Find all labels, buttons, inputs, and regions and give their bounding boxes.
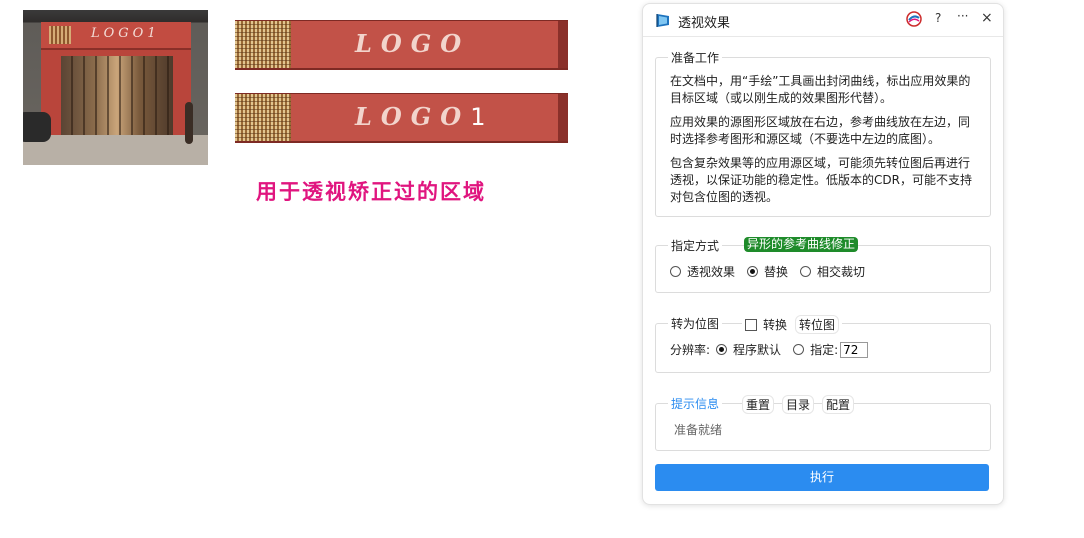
mode-badge[interactable]: 异形的参考曲线修正 — [744, 237, 859, 252]
mode-badge-wrap: 异形的参考曲线修正 — [744, 237, 859, 252]
convert-bitmap-button[interactable]: 转位图 — [795, 315, 840, 334]
storefront-person — [185, 102, 193, 144]
banner-grid — [235, 21, 291, 68]
catalog-button[interactable]: 目录 — [782, 395, 815, 414]
info-buttons: 重置 目录 配置 — [742, 395, 855, 414]
radio-specify-resolution[interactable] — [793, 344, 805, 355]
radio-default-resolution[interactable] — [716, 344, 728, 355]
config-button[interactable]: 配置 — [822, 395, 855, 414]
storefront-floor — [23, 135, 208, 165]
banner-grid — [235, 94, 291, 141]
reset-button[interactable]: 重置 — [742, 395, 775, 414]
prep-group: 准备工作 在文档中，用“手绘”工具画出封闭曲线，标出应用效果的目标区域（或以刚生… — [655, 49, 991, 217]
banner-edge — [558, 94, 568, 141]
panel-title: 透视效果 — [678, 16, 731, 31]
storefront-image: LOGO1 — [23, 10, 208, 165]
prep-paragraph-2: 应用效果的源图形区域放在右边，参考曲线放在左边，同时选择参考图形和源区域（不要选… — [670, 115, 971, 146]
panel-titlebar: 透视效果 ? ··· × — [643, 4, 1003, 37]
status-text: 准备就绪 — [674, 423, 723, 437]
banner-edge — [558, 21, 568, 68]
perspective-app-icon — [656, 14, 669, 27]
banner-logo-suffix: 1 — [470, 103, 486, 131]
canvas-caption: 用于透视矫正过的区域 — [256, 180, 486, 204]
storefront-sign: LOGO1 — [41, 22, 191, 50]
radio-default-resolution-label[interactable]: 程序默认 — [733, 341, 781, 358]
mode-group: 指定方式 异形的参考曲线修正 透视效果 替换 相交裁切 — [655, 237, 991, 293]
convert-checkbox-label[interactable]: 转换 — [763, 316, 787, 333]
prep-legend: 准备工作 — [668, 49, 723, 66]
prep-paragraph-3: 包含复杂效果等的应用源区域，可能须先转位图后再进行透视，以保证功能的稳定性。低版… — [670, 156, 972, 204]
perspective-effect-panel: 透视效果 ? ··· × 准备工作 在文档中，用“手绘”工具画出封闭曲线，标出应… — [642, 3, 1004, 505]
theme-swirl-icon[interactable] — [906, 11, 922, 27]
banner-logo-text: LOGO — [355, 29, 471, 58]
bitmap-convert-wrap: 转换 转位图 — [742, 315, 843, 334]
resolution-input[interactable] — [840, 341, 869, 358]
radio-specify-resolution-label[interactable]: 指定: — [810, 341, 838, 358]
execute-button[interactable]: 执行 — [655, 464, 989, 491]
close-button[interactable]: × — [981, 10, 993, 26]
more-options-button[interactable]: ··· — [957, 9, 968, 23]
radio-intersect-clip[interactable] — [800, 266, 812, 277]
storefront-sign-grid — [49, 26, 71, 44]
convert-checkbox[interactable] — [745, 318, 757, 331]
logo-banner-2: LOGO1 — [235, 93, 568, 143]
mode-radio-row: 透视效果 替换 相交裁切 — [670, 263, 865, 280]
logo-banner-1: LOGO — [235, 20, 568, 70]
storefront-sign-text: LOGO1 — [91, 26, 160, 41]
bitmap-legend: 转为位图 — [668, 315, 723, 332]
banner-logo-text: LOGO1 — [355, 102, 485, 131]
resolution-row: 分辨率: 程序默认 指定: — [670, 341, 869, 358]
banner-logo-word: LOGO — [355, 102, 471, 131]
radio-perspective[interactable] — [670, 266, 681, 277]
bitmap-group: 转为位图 转换 转位图 分辨率: 程序默认 指定: — [655, 315, 991, 373]
info-legend: 提示信息 — [668, 395, 723, 412]
radio-intersect-clip-label[interactable]: 相交裁切 — [817, 263, 865, 280]
radio-replace[interactable] — [747, 266, 759, 277]
resolution-label: 分辨率: — [670, 343, 711, 357]
help-button[interactable]: ? — [935, 11, 941, 25]
radio-perspective-label[interactable]: 透视效果 — [687, 263, 735, 280]
info-group: 提示信息 重置 目录 配置 准备就绪 — [655, 395, 991, 451]
mode-legend: 指定方式 — [668, 237, 723, 254]
radio-replace-label[interactable]: 替换 — [764, 263, 788, 280]
prep-paragraph-1: 在文档中，用“手绘”工具画出封闭曲线，标出应用效果的目标区域（或以刚生成的效果图… — [670, 74, 971, 105]
storefront-car — [23, 112, 51, 142]
storefront-door-lines — [61, 56, 173, 136]
